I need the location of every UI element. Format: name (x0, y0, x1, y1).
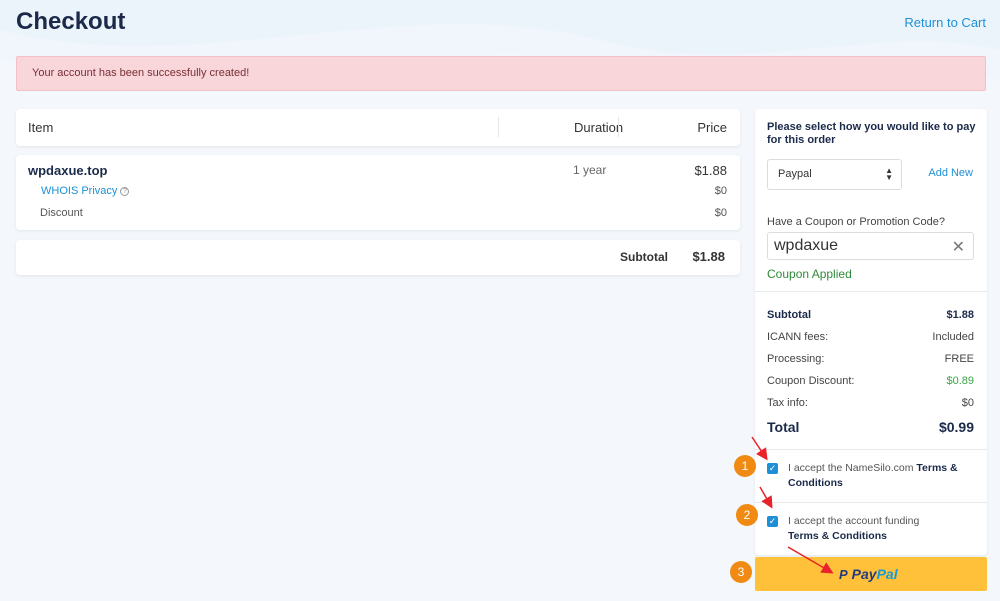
processing-value: FREE (944, 353, 974, 365)
payment-title: Please select how you would like to pay … (767, 121, 976, 146)
domain-name: wpdaxue.top (28, 163, 108, 178)
coupon-value: wpdaxue (774, 237, 839, 254)
help-icon[interactable]: ? (120, 187, 130, 196)
step-badge-3: 3 (730, 561, 752, 583)
column-item: Item (28, 120, 54, 135)
summary-coupon-discount: Coupon Discount: $0.89 (767, 375, 974, 389)
processing-label: Processing: (767, 353, 825, 365)
column-duration: Duration (574, 120, 624, 135)
divider (755, 449, 987, 450)
alert-message: Your account has been successfully creat… (32, 67, 250, 79)
subtotal-value: $1.88 (692, 249, 725, 264)
column-price: Price (697, 120, 727, 135)
coupon-input[interactable]: wpdaxue ✕ (767, 232, 974, 260)
paypal-icon: P (839, 567, 848, 582)
payment-method-select[interactable]: Paypal ▲ ▼ (767, 159, 902, 190)
cart-header: Item Duration Price (16, 109, 740, 146)
column-divider (618, 117, 619, 137)
summary-subtotal: Subtotal $1.88 (767, 309, 974, 323)
tax-label: Tax info: (767, 397, 808, 409)
summary-total: Total $0.99 (767, 419, 974, 435)
discount-price: $0 (714, 207, 727, 219)
coupon-discount-value: $0.89 (946, 375, 974, 387)
select-arrows-icon: ▲ ▼ (885, 166, 893, 182)
cart-subtotal: Subtotal $1.88 (16, 240, 740, 275)
step-badge-2: 2 (736, 504, 758, 526)
payment-panel: Please select how you would like to pay … (755, 109, 987, 555)
summary-subtotal-value: $1.88 (946, 309, 974, 321)
paypal-text-2: Pal (876, 566, 898, 582)
icann-label: ICANN fees: (767, 331, 829, 343)
summary-processing: Processing: FREE (767, 353, 974, 367)
return-to-cart-link[interactable]: Return to Cart (904, 15, 986, 30)
whois-label: WHOIS Privacy (41, 185, 118, 197)
domain-price: $1.88 (694, 163, 727, 178)
summary-tax: Tax info: $0 (767, 397, 974, 411)
terms-1-prefix: I accept the NameSilo.com (788, 462, 914, 474)
total-label: Total (767, 419, 800, 435)
paypal-text-1: Pay (851, 566, 877, 582)
paypal-logo: P PayPal (839, 566, 898, 582)
discount-label: Discount (40, 207, 83, 219)
total-value: $0.99 (938, 419, 974, 435)
paypal-button[interactable]: P PayPal (755, 557, 987, 591)
whois-privacy-link[interactable]: WHOIS Privacy? (41, 185, 130, 197)
cart-item: wpdaxue.top 1 year $1.88 WHOIS Privacy? … (16, 155, 740, 230)
close-icon[interactable]: ✕ (952, 237, 965, 257)
success-alert: Your account has been successfully creat… (16, 56, 986, 91)
icann-value: Included (932, 331, 974, 343)
summary-subtotal-label: Subtotal (767, 309, 811, 321)
summary-icann: ICANN fees: Included (767, 331, 974, 345)
terms-text-2: I accept the account funding Terms & Con… (788, 514, 968, 544)
terms-2-link[interactable]: Terms & Conditions (788, 530, 887, 542)
coupon-status: Coupon Applied (767, 267, 852, 281)
terms-checkbox-2[interactable]: ✓ (767, 516, 778, 527)
tax-value: $0 (961, 397, 974, 409)
add-new-link[interactable]: Add New (928, 167, 973, 179)
coupon-discount-label: Coupon Discount: (767, 375, 855, 387)
terms-2-prefix: I accept the account funding (788, 515, 920, 527)
column-divider (498, 117, 499, 137)
whois-price: $0 (714, 185, 727, 197)
terms-text-1: I accept the NameSilo.com Terms & Condit… (788, 461, 968, 491)
coupon-question: Have a Coupon or Promotion Code? (767, 216, 945, 228)
step-badge-1: 1 (734, 455, 756, 477)
payment-method-value: Paypal (778, 168, 812, 180)
divider (755, 502, 987, 503)
domain-duration: 1 year (573, 163, 607, 177)
subtotal-label: Subtotal (620, 250, 668, 264)
terms-checkbox-1[interactable]: ✓ (767, 463, 778, 474)
page-title: Checkout (16, 8, 126, 35)
page-header: Checkout Return to Cart (0, 0, 1000, 50)
divider (755, 291, 987, 292)
